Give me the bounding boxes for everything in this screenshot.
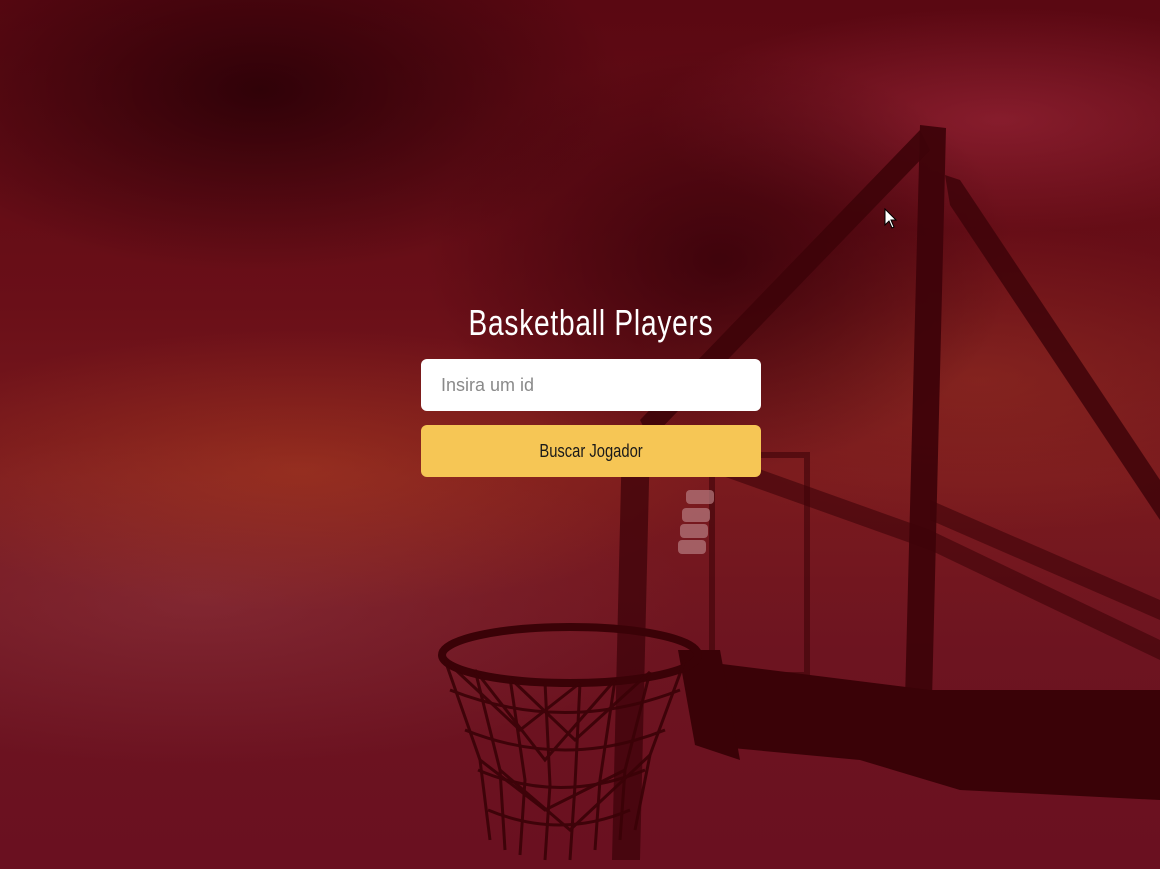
search-player-button-label: Buscar Jogador <box>539 440 643 461</box>
search-panel: Basketball Players Buscar Jogador <box>421 298 761 477</box>
page-title: Basketball Players <box>468 302 714 343</box>
player-id-input[interactable] <box>421 359 761 411</box>
search-player-button[interactable]: Buscar Jogador <box>421 425 761 477</box>
mouse-pointer-icon <box>884 208 898 229</box>
